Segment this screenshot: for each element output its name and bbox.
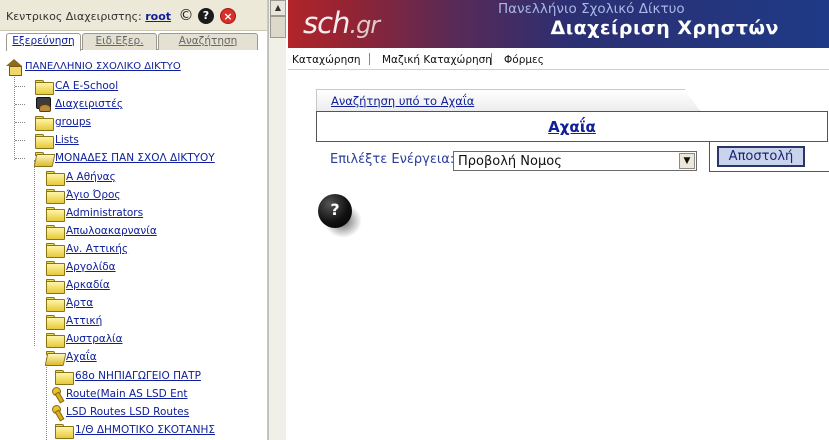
administrators-icon [35,97,52,112]
folder-icon [46,279,65,294]
section-heading-link[interactable]: Αχαΐα [317,118,827,136]
admin-label: Κεντρικος Διαχειριστης: root [6,10,171,23]
menu-separator [491,53,492,65]
folder-icon [46,297,65,312]
tab-bar: Εξερεύνηση Ειδ.Εξερ. Αναζήτηση [6,31,258,51]
tree-connector [15,104,25,105]
logo-text: sch [303,6,350,40]
home-icon [6,59,23,76]
tree-item-label: Αυστραλία [66,333,123,345]
tab-special-explore[interactable]: Ειδ.Εξερ. [82,33,157,50]
tree-item-label: Άγιο Όρος [66,189,121,201]
tree-item-label: Αργολίδα [66,261,116,273]
folder-icon [55,370,74,385]
tree-item-label: Administrators [66,207,144,219]
chevron-down-icon[interactable]: ▼ [679,153,695,169]
tree-item-label: groups [55,116,91,128]
folder-icon [46,243,65,258]
logo-domain: .gr [349,11,380,39]
submit-button[interactable]: Αποστολή [717,146,805,167]
tree-item-label: LSD Routes LSD Routes [66,406,190,418]
tree-item-label: Αν. Αττικής [66,243,129,255]
admin-label-text: Κεντρικος Διαχειριστης: [6,10,142,23]
tree-root-label: ΠΑΝΕΛΛΗΝΙΟ ΣΧΟΛΙΚΟ ΔΙΚΤΥΟ [25,61,181,72]
panel-border [709,171,829,172]
tree-panel: Κεντρικος Διαχειριστης: root © ? × Εξερε… [0,0,268,440]
banner-subtitle: Πανελλήνιο Σχολικό Δίκτυο [498,1,685,17]
folder-icon [46,207,65,222]
key-icon [52,405,66,419]
folder-icon [46,189,65,204]
menu-item-forms[interactable]: Φόρμες [504,54,544,66]
action-select[interactable]: Προβολή Νομος ▼ [453,151,697,171]
menu-separator [369,53,370,65]
tree-scrollbar[interactable]: ▲ [268,0,286,440]
tree-item-label: Διαχειριστές [55,98,123,110]
tree-item-label: Αχαΐα [66,351,97,363]
tree-item-label: ΜΟΝΑΔΕΣ ΠΑΝ ΣΧΟΛ ΔΙΚΤΥΟΥ [55,152,215,164]
open-folder-icon [46,351,63,364]
sch-gr-logo: sch.gr [303,6,380,40]
scroll-thumb[interactable] [270,16,286,38]
tree-view: ΠΑΝΕΛΛΗΝΙΟ ΣΧΟΛΙΚΟ ΔΙΚΤΥΟ CA E-School Δι… [0,54,260,440]
tree-item-label: Αττική [66,315,103,327]
folder-icon [46,261,65,276]
site-banner: sch.gr Πανελλήνιο Σχολικό Δίκτυο Διαχείρ… [288,0,829,48]
help-bubble[interactable]: ? [318,194,364,240]
tree-item-label: 1/Θ ΔΗΜΟΤΙΚΟ ΣΚΟΤΑΝΗΣ [75,424,215,436]
admin-bar: Κεντρικος Διαχειριστης: root © ? × [0,0,267,31]
help-icon[interactable]: ? [198,8,214,24]
scroll-up-arrow-icon[interactable]: ▲ [270,0,286,16]
tree-item-label: CA E-School [55,80,119,92]
key-icon [52,387,66,401]
tree-connector [46,358,47,440]
folder-icon [46,315,65,330]
close-icon[interactable]: × [220,8,236,24]
folder-icon [46,225,65,240]
tree-connector [34,160,35,346]
menu-item-registration[interactable]: Καταχώρηση [292,54,361,66]
folder-icon [35,116,54,131]
folder-icon [55,424,74,439]
tree-item-label: Άρτα [66,297,94,309]
page-title: Διαχείριση Χρηστών [550,17,779,39]
copyright-icon[interactable]: © [178,8,194,24]
action-select-value: Προβολή Νομος [458,154,562,169]
tree-connector [14,70,15,160]
folder-icon [46,333,65,348]
breadcrumb-tab: Αναζήτηση υπό το Αχαΐα [316,89,700,111]
action-label: Επιλέξτε Ενέργεια: [330,152,455,167]
folder-icon [35,134,54,149]
folder-icon [46,171,65,186]
top-menu: Καταχώρηση Μαζική Καταχώρηση Φόρμες [288,48,829,70]
tree-item-label: Αρκαδία [66,279,110,291]
open-folder-icon [35,152,52,165]
menu-item-bulk-registration[interactable]: Μαζική Καταχώρηση [382,54,492,66]
tree-item-label: 68ο ΝΗΠΙΑΓΩΓΕΙΟ ΠΑΤΡ [75,370,201,382]
help-icon[interactable]: ? [318,194,352,228]
tree-connector [15,158,25,159]
breadcrumb-link[interactable]: Αναζήτηση υπό το Αχαΐα [331,94,474,108]
tree-item-label: Lists [55,134,79,146]
heading-box: Αχαΐα [316,111,828,142]
admin-user-link[interactable]: root [145,10,171,23]
tree-item-label: Απωλοακαρνανία [66,225,157,237]
tree-connector [15,122,25,123]
tree-connector [15,140,25,141]
tree-connector [15,86,25,87]
tree-item-label: Α Αθήνας [66,171,116,183]
tab-search[interactable]: Αναζήτηση [158,33,258,50]
tree-item-label: Route(Main AS LSD Ent [66,388,188,400]
panel-border [709,142,710,172]
folder-icon [35,80,54,95]
tab-explore[interactable]: Εξερεύνηση [6,33,81,51]
